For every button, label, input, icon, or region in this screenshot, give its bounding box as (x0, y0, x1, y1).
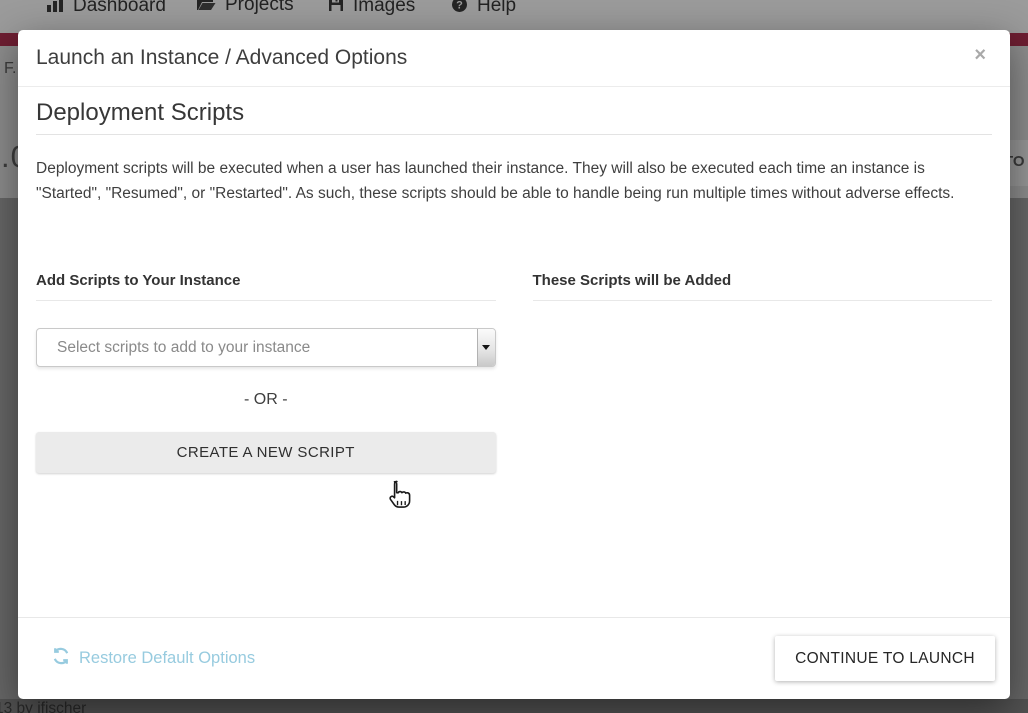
script-select-placeholder: Select scripts to add to your instance (57, 339, 310, 357)
modal-title: Launch an Instance / Advanced Options (36, 46, 407, 70)
section-heading: Deployment Scripts (36, 99, 992, 135)
nav-item-label: Help (477, 0, 516, 17)
close-icon[interactable]: × (974, 45, 986, 65)
nav-item-label: Projects (225, 0, 294, 16)
restore-defaults-label: Restore Default Options (79, 649, 255, 668)
help-circle-icon: ? (451, 0, 468, 19)
refresh-icon (52, 647, 70, 670)
nav-item-label: Images (353, 0, 415, 17)
svg-text:?: ? (456, 0, 463, 12)
chevron-down-icon (477, 329, 495, 366)
script-columns: Add Scripts to Your Instance Select scri… (36, 272, 992, 473)
background-author-text: 13 by jfischer (0, 700, 86, 713)
section-description: Deployment scripts will be executed when… (36, 156, 992, 206)
modal-body: Deployment Scripts Deployment scripts wi… (18, 99, 1010, 473)
restore-defaults-link[interactable]: Restore Default Options (52, 647, 255, 670)
folder-icon (196, 0, 216, 17)
nav-item-help[interactable]: ? Help (451, 0, 516, 19)
top-navbar: Dashboard Projects Images ? Help (0, 0, 1028, 33)
bar-chart-icon (46, 0, 64, 18)
nav-item-dashboard[interactable]: Dashboard (46, 0, 166, 18)
add-scripts-heading: Add Scripts to Your Instance (36, 272, 496, 301)
add-scripts-column: Add Scripts to Your Instance Select scri… (36, 272, 496, 473)
added-scripts-heading: These Scripts will be Added (533, 272, 993, 301)
nav-item-images[interactable]: Images (328, 0, 415, 18)
nav-item-label: Dashboard (73, 0, 166, 17)
continue-to-launch-button[interactable]: CONTINUE TO LAUNCH (775, 636, 995, 681)
page-bottom-strip (0, 699, 1028, 713)
hand-cursor-icon (386, 480, 414, 517)
added-scripts-column: These Scripts will be Added (533, 272, 993, 473)
or-separator: - OR - (36, 391, 496, 409)
modal-header: Launch an Instance / Advanced Options × (18, 30, 1010, 87)
background-partial-text: F. (4, 60, 16, 78)
create-script-button[interactable]: CREATE A NEW SCRIPT (36, 432, 496, 473)
advanced-options-modal: Launch an Instance / Advanced Options × … (18, 30, 1010, 699)
floppy-icon (328, 0, 344, 18)
modal-footer: Restore Default Options CONTINUE TO LAUN… (18, 617, 1010, 699)
nav-item-projects[interactable]: Projects (196, 0, 294, 17)
script-select[interactable]: Select scripts to add to your instance (36, 328, 496, 367)
